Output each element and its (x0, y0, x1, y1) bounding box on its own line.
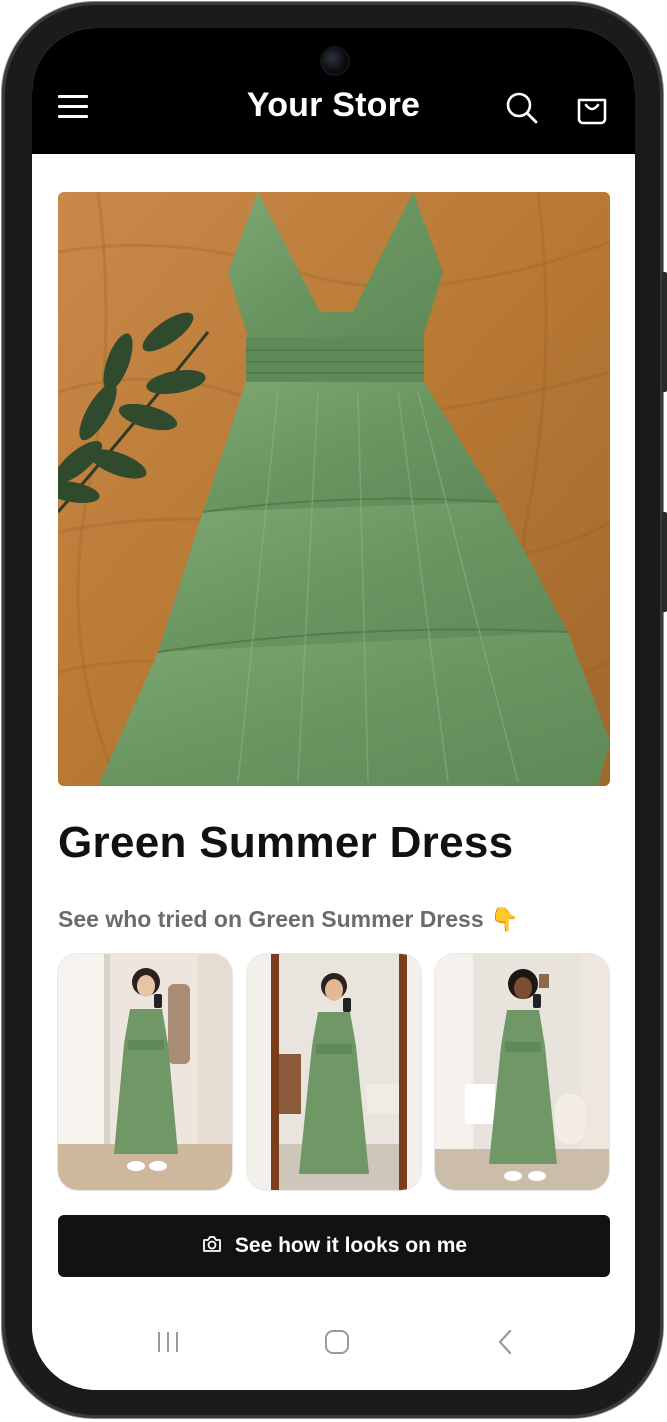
store-header: Your Store (32, 28, 635, 154)
front-camera (322, 48, 348, 74)
store-title[interactable]: Your Store (182, 86, 485, 125)
back-icon[interactable] (484, 1320, 528, 1364)
product-title: Green Summer Dress (58, 818, 514, 867)
phone-frame: Your Store Green Summer Dress See who tr… (2, 2, 667, 1418)
try-on-photo-1[interactable] (58, 954, 232, 1190)
product-image[interactable] (58, 192, 610, 786)
home-icon[interactable] (315, 1320, 359, 1364)
power-button (662, 512, 667, 612)
screen: Your Store Green Summer Dress See who tr… (32, 28, 635, 1390)
try-on-heading: See who tried on Green Summer Dress 👇 (58, 906, 519, 932)
volume-button (662, 272, 667, 392)
system-nav-bar (32, 1306, 635, 1390)
try-on-photo-3[interactable] (435, 954, 609, 1190)
search-icon[interactable] (502, 88, 542, 128)
camera-icon (201, 1233, 223, 1260)
recents-icon[interactable] (146, 1320, 190, 1364)
cta-label: See how it looks on me (234, 1234, 468, 1257)
shopping-bag-icon[interactable] (572, 88, 612, 128)
try-on-photo-2[interactable] (247, 954, 421, 1190)
hamburger-menu-icon[interactable] (56, 90, 90, 124)
see-how-it-looks-button[interactable]: See how it looks on me (58, 1215, 610, 1277)
